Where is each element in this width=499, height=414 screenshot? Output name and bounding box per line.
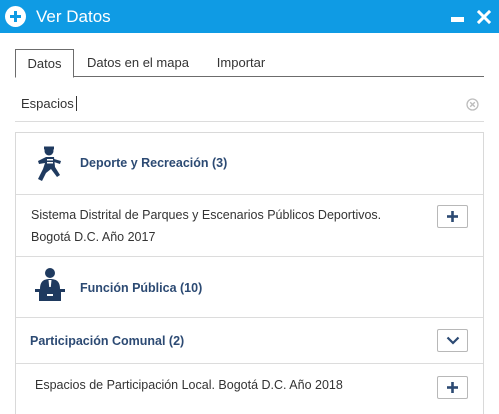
item-title: Sistema Distrital de Parques y Escenario… bbox=[31, 208, 382, 244]
close-icon[interactable] bbox=[476, 9, 492, 25]
chevron-down-icon[interactable] bbox=[437, 329, 468, 352]
add-layer-button[interactable] bbox=[437, 376, 468, 399]
data-list-panel: Deporte y Recreación (3) Sistema Distrit… bbox=[15, 132, 484, 414]
item-title: Espacios de Participación Local. Bogotá … bbox=[35, 378, 343, 392]
subcategory-participacion-comunal[interactable]: Participación Comunal (2) bbox=[16, 318, 483, 364]
list-item: Sistema Distrital de Parques y Escenario… bbox=[16, 195, 483, 257]
category-label: Deporte y Recreación (3) bbox=[80, 156, 228, 170]
minimize-icon[interactable] bbox=[451, 17, 464, 22]
tab-bar: Datos Datos en el mapa Importar bbox=[15, 49, 484, 78]
subcategory-label: Participación Comunal (2) bbox=[30, 334, 185, 348]
list-item: Espacios de Participación Local. Bogotá … bbox=[16, 364, 483, 414]
search-field[interactable]: Espacios bbox=[15, 88, 484, 122]
tab-importar[interactable]: Importar bbox=[206, 49, 276, 77]
tab-datos-en-el-mapa[interactable]: Datos en el mapa bbox=[81, 49, 195, 77]
window-title: Ver Datos bbox=[36, 7, 111, 26]
category-label: Función Pública (10) bbox=[80, 281, 203, 295]
plus-circle-icon[interactable] bbox=[5, 6, 26, 27]
runner-icon bbox=[34, 145, 64, 188]
tab-datos[interactable]: Datos bbox=[15, 49, 74, 78]
category-funcion-publica[interactable]: Función Pública (10) bbox=[16, 257, 483, 318]
speaker-podium-icon bbox=[34, 267, 66, 306]
window-titlebar: Ver Datos bbox=[0, 0, 499, 33]
add-layer-button[interactable] bbox=[437, 205, 468, 228]
search-input[interactable]: Espacios bbox=[21, 95, 77, 113]
category-deporte[interactable]: Deporte y Recreación (3) bbox=[16, 133, 483, 195]
clear-icon[interactable] bbox=[466, 98, 479, 111]
